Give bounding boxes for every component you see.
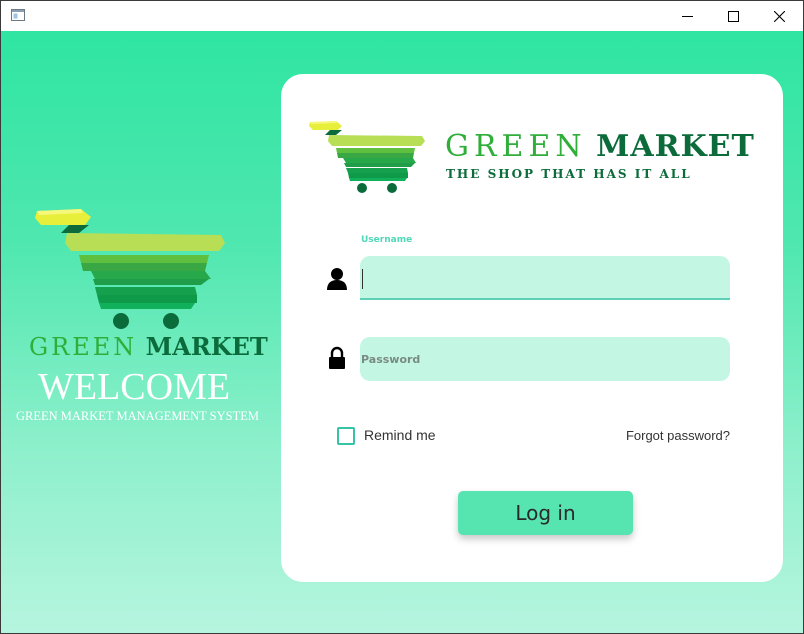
shopping-cart-logo xyxy=(309,121,425,193)
shopping-cart-logo xyxy=(35,209,225,329)
minimize-button[interactable] xyxy=(664,1,710,31)
user-icon xyxy=(327,268,347,290)
password-input[interactable] xyxy=(360,337,730,381)
lock-icon xyxy=(329,346,345,369)
maximize-button[interactable] xyxy=(710,1,756,31)
close-icon xyxy=(773,10,785,22)
brand-tagline: THE SHOP THAT HAS IT ALL xyxy=(446,167,692,181)
username-label: Username xyxy=(361,235,413,245)
brand-market-text: MARKET xyxy=(596,129,755,164)
login-button[interactable]: Log in xyxy=(458,491,633,535)
login-card: GREEN MARKET THE SHOP THAT HAS IT ALL Us… xyxy=(281,74,783,582)
maximize-icon xyxy=(727,10,739,22)
close-button[interactable] xyxy=(756,1,802,31)
left-brand-name: GREEN MARKET xyxy=(29,332,269,361)
app-window: GREEN MARKET WELCOME GREEN MARKET MANAGE… xyxy=(0,0,804,634)
minimize-icon xyxy=(681,15,693,17)
username-input[interactable] xyxy=(360,256,730,300)
title-bar[interactable] xyxy=(1,1,803,31)
remember-checkbox[interactable] xyxy=(337,427,355,445)
brand-green-text: GREEN xyxy=(445,129,587,164)
welcome-subtitle: GREEN MARKET MANAGEMENT SYSTEM xyxy=(16,409,259,423)
brand-market-text: MARKET xyxy=(145,332,268,361)
app-icon xyxy=(11,9,25,21)
brand-green-text: GREEN xyxy=(29,333,138,361)
forgot-password-link[interactable]: Forgot password? xyxy=(620,428,730,443)
card-brand-name: GREEN MARKET xyxy=(445,130,755,164)
welcome-heading: WELCOME xyxy=(38,366,231,408)
text-cursor xyxy=(362,269,363,289)
login-screen: GREEN MARKET WELCOME GREEN MARKET MANAGE… xyxy=(1,31,803,633)
remember-label[interactable]: Remind me xyxy=(364,427,436,443)
